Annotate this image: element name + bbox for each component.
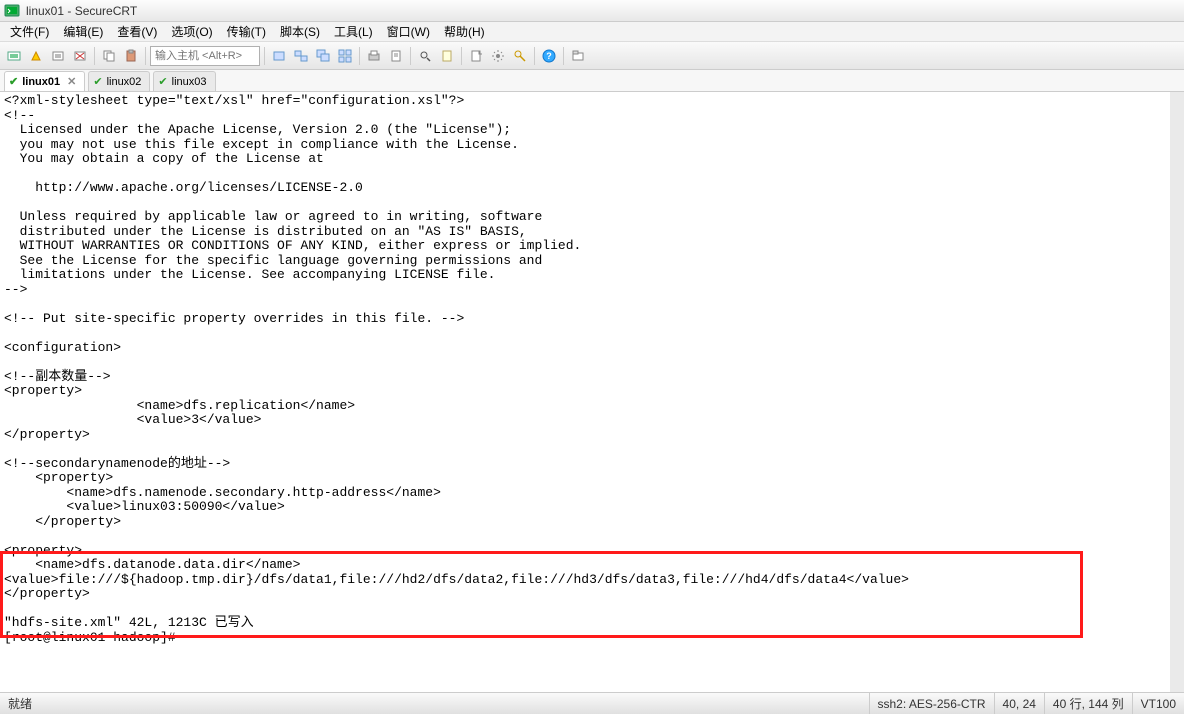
print-icon[interactable] <box>364 46 384 66</box>
tab-toggle-icon[interactable] <box>568 46 588 66</box>
svg-text:?: ? <box>546 51 552 61</box>
tab-label: linux01 <box>22 76 60 88</box>
status-bar: 就绪 ssh2: AES-256-CTR 40, 24 40 行, 144 列 … <box>0 692 1184 714</box>
check-icon: ✔ <box>9 75 18 88</box>
log-icon[interactable] <box>437 46 457 66</box>
status-emulation: VT100 <box>1132 693 1184 714</box>
toolbar-separator <box>461 47 462 65</box>
tab-label: linux03 <box>172 76 207 88</box>
tab-label: linux02 <box>107 76 142 88</box>
session-icon[interactable] <box>269 46 289 66</box>
toolbar-separator <box>94 47 95 65</box>
tab-bar: ✔ linux01 ✕ ✔ linux02 ✔ linux03 <box>0 70 1184 92</box>
cascading-icon[interactable] <box>313 46 333 66</box>
reconnect-icon[interactable] <box>48 46 68 66</box>
menu-help[interactable]: 帮助(H) <box>438 21 491 42</box>
tab-close-icon[interactable]: ✕ <box>67 75 76 88</box>
tab-linux01[interactable]: ✔ linux01 ✕ <box>4 71 85 91</box>
menu-bar: 文件(F) 编辑(E) 查看(V) 选项(O) 传输(T) 脚本(S) 工具(L… <box>0 22 1184 42</box>
find-icon[interactable] <box>415 46 435 66</box>
status-cursor: 40, 24 <box>994 693 1044 714</box>
menu-edit[interactable]: 编辑(E) <box>57 21 109 42</box>
check-icon: ✔ <box>158 75 167 88</box>
settings-icon[interactable] <box>488 46 508 66</box>
terminal-area[interactable]: <?xml-stylesheet type="text/xsl" href="c… <box>0 92 1184 692</box>
tab-linux03[interactable]: ✔ linux03 <box>153 71 215 91</box>
toolbar-separator <box>359 47 360 65</box>
window-title: linux01 - SecureCRT <box>26 4 137 18</box>
connect-icon[interactable] <box>4 46 24 66</box>
host-input[interactable] <box>150 46 260 66</box>
menu-script[interactable]: 脚本(S) <box>274 21 326 42</box>
sessions-icon[interactable] <box>291 46 311 66</box>
properties-icon[interactable] <box>386 46 406 66</box>
status-size: 40 行, 144 列 <box>1044 693 1132 714</box>
toolbar-separator <box>410 47 411 65</box>
menu-options[interactable]: 选项(O) <box>165 21 218 42</box>
menu-view[interactable]: 查看(V) <box>111 21 163 42</box>
copy-icon[interactable] <box>99 46 119 66</box>
status-ready: 就绪 <box>0 695 40 712</box>
toolbar-separator <box>534 47 535 65</box>
app-icon <box>4 3 20 19</box>
menu-transfer[interactable]: 传输(T) <box>221 21 272 42</box>
tab-linux02[interactable]: ✔ linux02 <box>88 71 150 91</box>
menu-tools[interactable]: 工具(L) <box>328 21 379 42</box>
paste-icon[interactable] <box>121 46 141 66</box>
tile-icon[interactable] <box>335 46 355 66</box>
check-icon: ✔ <box>93 75 102 88</box>
key-icon[interactable] <box>510 46 530 66</box>
title-bar: linux01 - SecureCRT <box>0 0 1184 22</box>
disconnect-icon[interactable] <box>70 46 90 66</box>
quick-connect-icon[interactable] <box>26 46 46 66</box>
toolbar-separator <box>264 47 265 65</box>
new-icon[interactable] <box>466 46 486 66</box>
toolbar: ? <box>0 42 1184 70</box>
menu-file[interactable]: 文件(F) <box>4 21 55 42</box>
toolbar-separator <box>563 47 564 65</box>
terminal-content: <?xml-stylesheet type="text/xsl" href="c… <box>4 94 1166 645</box>
toolbar-separator <box>145 47 146 65</box>
status-protocol: ssh2: AES-256-CTR <box>869 693 994 714</box>
help-icon[interactable]: ? <box>539 46 559 66</box>
menu-window[interactable]: 窗口(W) <box>381 21 436 42</box>
